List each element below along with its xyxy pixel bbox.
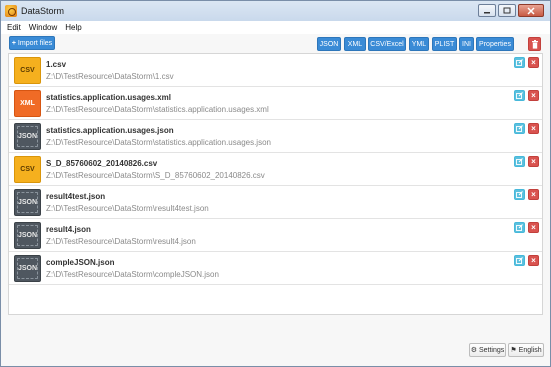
file-type-label: JSON (17, 232, 38, 239)
edit-file-button[interactable] (514, 123, 525, 134)
file-name: compleJSON.json (46, 258, 115, 267)
trash-icon (531, 39, 538, 49)
format-yml-button[interactable]: YML (409, 37, 429, 51)
remove-file-button[interactable]: × (528, 156, 539, 167)
file-name: S_D_85760602_20140826.csv (46, 159, 158, 168)
file-row[interactable]: JSON statistics.application.usages.json Z:… (9, 120, 542, 153)
main-content: + Import files JSON XML CSV/Excel YML PL… (1, 34, 550, 366)
file-type-csv-icon: CSV (14, 57, 41, 84)
file-type-label: CSV (20, 67, 35, 74)
remove-file-button[interactable]: × (528, 255, 539, 266)
file-type-label: JSON (17, 265, 38, 272)
file-name: 1.csv (46, 60, 67, 69)
file-name: statistics.application.usages.json (46, 126, 174, 135)
app-window: DataStorm Edit Window Help + Import file… (0, 0, 551, 367)
file-type-json-icon: JSON (14, 255, 41, 282)
title-bar[interactable]: DataStorm (1, 1, 550, 21)
remove-file-button[interactable]: × (528, 189, 539, 200)
format-csv-excel-button[interactable]: CSV/Excel (368, 37, 406, 51)
file-path: Z:\D\TestResource\DataStorm\statistics.a… (46, 138, 271, 147)
file-row[interactable]: JSON result4.json Z:\D\TestResource\DataSt… (9, 219, 542, 252)
edit-icon (516, 191, 523, 198)
window-title: DataStorm (21, 6, 65, 16)
format-xml-button[interactable]: XML (344, 37, 366, 51)
maximize-icon (503, 7, 511, 14)
file-type-json-icon: JSON (14, 123, 41, 150)
close-icon: × (531, 156, 536, 166)
flag-icon: ⚑ (510, 347, 517, 354)
file-row[interactable]: JSON result4test.json Z:\D\TestResource\Da… (9, 186, 542, 219)
edit-icon (516, 257, 523, 264)
menu-bar: Edit Window Help (1, 21, 550, 34)
edit-file-button[interactable] (514, 255, 525, 266)
import-files-button[interactable]: + Import files (9, 36, 55, 50)
file-path: Z:\D\TestResource\DataStorm\result4test.… (46, 204, 209, 213)
file-type-label: JSON (17, 199, 38, 206)
file-type-label: CSV (20, 166, 35, 173)
file-type-csv-icon: CSV (14, 156, 41, 183)
edit-icon (516, 92, 523, 99)
format-properties-button[interactable]: Properties (476, 37, 514, 51)
file-list: CSV 1.csv Z:\D\TestResource\DataStorm\1.cs… (8, 53, 543, 315)
file-type-xml-icon: XML (14, 90, 41, 117)
close-icon: × (531, 255, 536, 265)
menu-edit[interactable]: Edit (7, 23, 21, 32)
menu-window[interactable]: Window (29, 23, 57, 32)
file-name: statistics.application.usages.xml (46, 93, 171, 102)
language-label: English (518, 346, 542, 354)
settings-button[interactable]: ⚙ Settings (469, 343, 506, 357)
format-plist-button[interactable]: PLIST (432, 37, 457, 51)
file-path: Z:\D\TestResource\DataStorm\result4.json (46, 237, 196, 246)
file-row[interactable]: JSON compleJSON.json Z:\D\TestResource\Dat… (9, 252, 542, 285)
file-row[interactable]: CSV S_D_85760602_20140826.csv Z:\D\TestRes… (9, 153, 542, 186)
gear-icon: ⚙ (470, 347, 477, 354)
plus-icon: + (11, 39, 16, 47)
remove-file-button[interactable]: × (528, 90, 539, 101)
import-files-label: Import files (17, 39, 53, 47)
file-path: Z:\D\TestResource\DataStorm\1.csv (46, 72, 174, 81)
clear-all-button[interactable] (528, 37, 541, 51)
language-button[interactable]: ⚑ English (508, 343, 544, 357)
file-row[interactable]: XML statistics.application.usages.xml Z:\D… (9, 87, 542, 120)
settings-label: Settings (478, 346, 505, 354)
menu-help[interactable]: Help (65, 23, 81, 32)
format-json-button[interactable]: JSON (317, 37, 341, 51)
remove-file-button[interactable]: × (528, 57, 539, 68)
file-name: result4.json (46, 225, 91, 234)
minimize-button[interactable] (478, 4, 496, 17)
file-type-json-icon: JSON (14, 222, 41, 249)
edit-icon (516, 224, 523, 231)
minimize-icon (484, 11, 490, 13)
close-icon: × (531, 90, 536, 100)
file-path: Z:\D\TestResource\DataStorm\statistics.a… (46, 105, 269, 114)
close-icon: × (531, 123, 536, 133)
remove-file-button[interactable]: × (528, 222, 539, 233)
file-name: result4test.json (46, 192, 106, 201)
close-icon: × (531, 189, 536, 199)
close-window-button[interactable] (518, 4, 544, 17)
file-type-label: XML (20, 100, 35, 107)
file-type-json-icon: JSON (14, 189, 41, 216)
file-path: Z:\D\TestResource\DataStorm\compleJSON.j… (46, 270, 219, 279)
file-path: Z:\D\TestResource\DataStorm\S_D_85760602… (46, 171, 265, 180)
edit-icon (516, 125, 523, 132)
edit-icon (516, 158, 523, 165)
edit-file-button[interactable] (514, 156, 525, 167)
edit-file-button[interactable] (514, 189, 525, 200)
edit-file-button[interactable] (514, 222, 525, 233)
close-icon: × (531, 57, 536, 67)
edit-file-button[interactable] (514, 90, 525, 101)
format-ini-button[interactable]: INI (459, 37, 474, 51)
file-row[interactable]: CSV 1.csv Z:\D\TestResource\DataStorm\1.cs… (9, 54, 542, 87)
edit-file-button[interactable] (514, 57, 525, 68)
close-icon (527, 6, 535, 15)
close-icon: × (531, 222, 536, 232)
app-logo-icon (5, 5, 17, 17)
remove-file-button[interactable]: × (528, 123, 539, 134)
maximize-button[interactable] (498, 4, 516, 17)
file-type-label: JSON (17, 133, 38, 140)
edit-icon (516, 59, 523, 66)
window-controls (478, 4, 544, 17)
